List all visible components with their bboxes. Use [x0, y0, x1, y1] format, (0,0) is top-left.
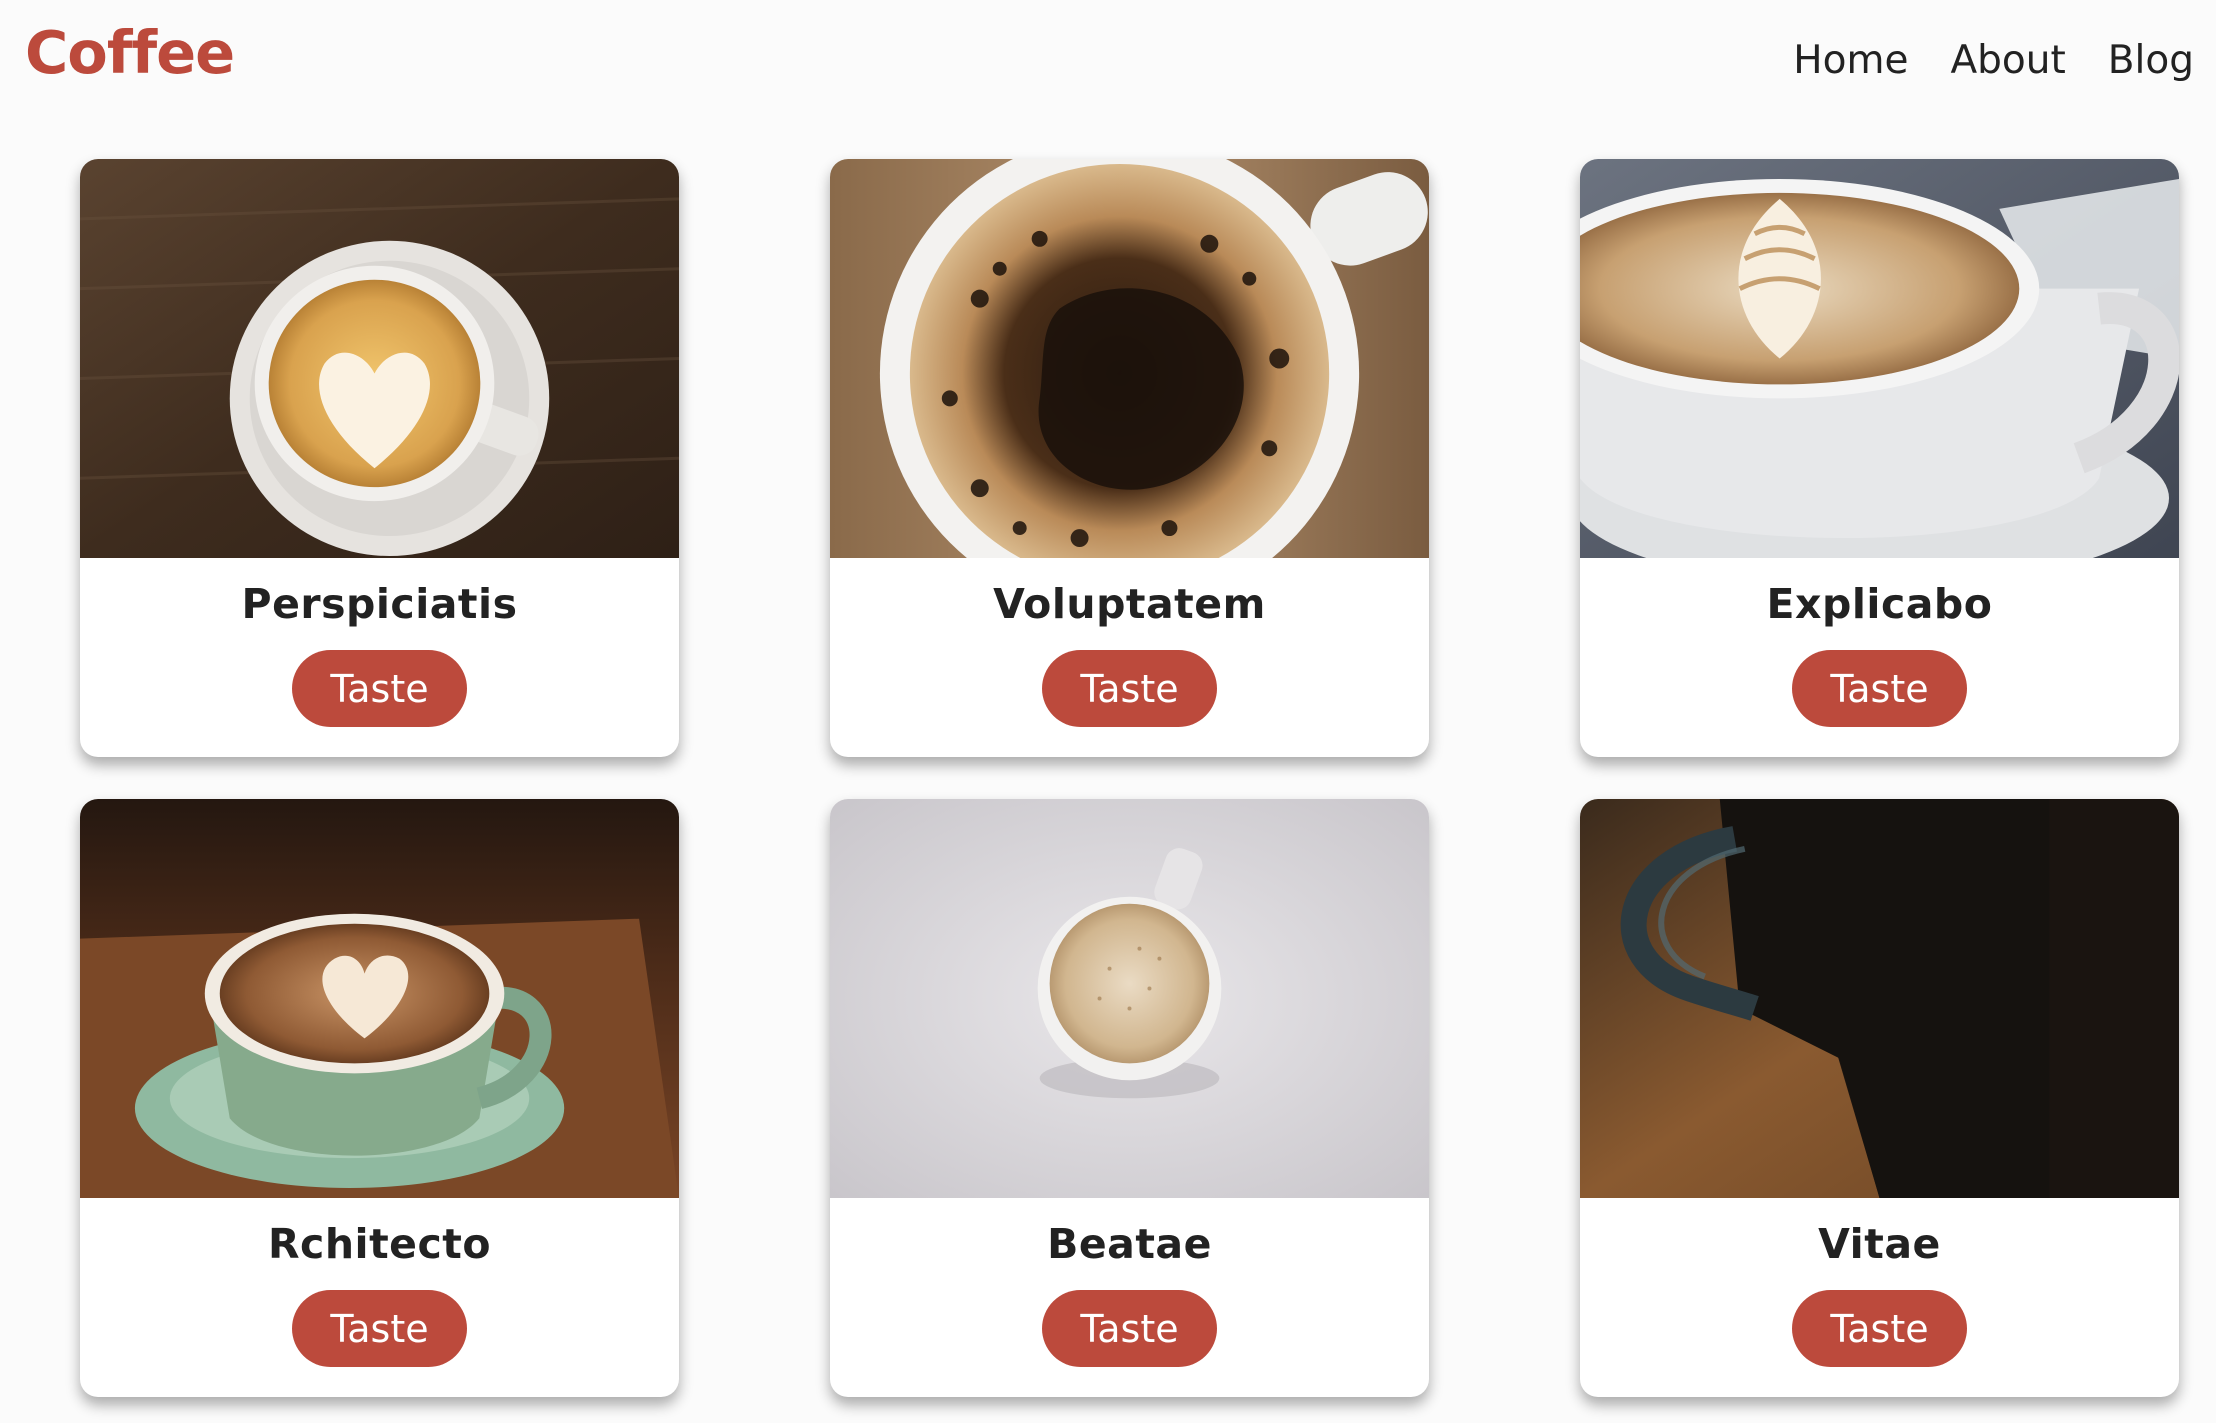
card-title: Rchitecto [267, 1220, 492, 1268]
coffee-card: Voluptatem Taste [830, 159, 1429, 757]
coffee-photo [80, 799, 679, 1198]
coffee-card: Beatae Taste [830, 799, 1429, 1397]
nav-blog-link[interactable]: Blog [2108, 38, 2194, 83]
coffee-card: Explicabo Taste [1580, 159, 2179, 757]
nav-about-link[interactable]: About [1950, 38, 2065, 83]
taste-button[interactable]: Taste [1042, 650, 1217, 727]
coffee-card: Rchitecto Taste [80, 799, 679, 1397]
card-title: Explicabo [1766, 580, 1993, 628]
site-logo[interactable]: Coffee [25, 18, 235, 87]
card-title: Voluptatem [993, 580, 1266, 628]
nav-home-link[interactable]: Home [1793, 38, 1908, 83]
coffee-photo [830, 159, 1429, 558]
card-title: Vitae [1818, 1220, 1941, 1268]
coffee-card: Vitae Taste [1580, 799, 2179, 1397]
taste-button[interactable]: Taste [1792, 1290, 1967, 1367]
main-nav: Home About Blog [1793, 38, 2194, 83]
taste-button[interactable]: Taste [292, 650, 467, 727]
coffee-card: Perspiciatis Taste [80, 159, 679, 757]
coffee-photo [1580, 159, 2179, 558]
card-title: Perspiciatis [241, 580, 518, 628]
coffee-photo [1580, 799, 2179, 1198]
coffee-photo [830, 799, 1429, 1198]
card-title: Beatae [1047, 1220, 1212, 1268]
coffee-photo [80, 159, 679, 558]
taste-button[interactable]: Taste [1042, 1290, 1217, 1367]
taste-button[interactable]: Taste [292, 1290, 467, 1367]
coffee-card-grid: Perspiciatis Taste Voluptatem Taste Expl… [80, 159, 2179, 1397]
taste-button[interactable]: Taste [1792, 650, 1967, 727]
